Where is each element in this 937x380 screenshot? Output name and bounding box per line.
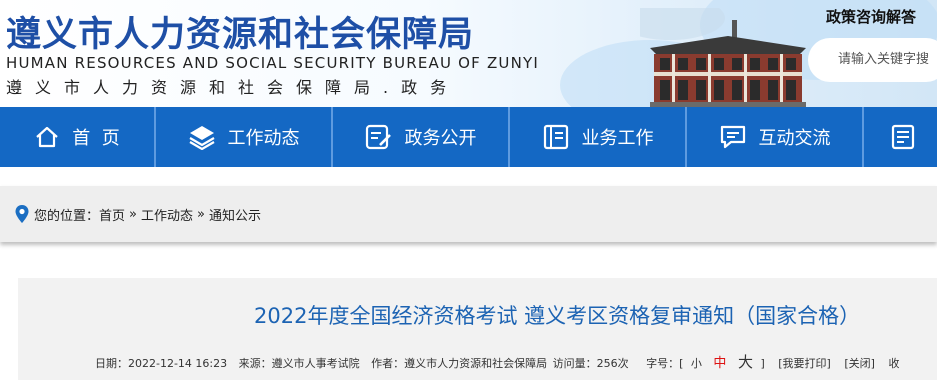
nav-item-more[interactable] bbox=[864, 107, 937, 167]
close-button[interactable]: [关闭] bbox=[844, 357, 875, 370]
nav-item-label: 业务工作 bbox=[581, 128, 654, 149]
font-size-small-button[interactable]: 小 bbox=[691, 357, 702, 370]
edit-document-icon bbox=[365, 124, 393, 150]
article-title: 2022年度全国经济资格考试 遵义考区资格复审通知（国家合格） bbox=[254, 304, 861, 328]
site-header: 遵义市人力资源和社会保障局 HUMAN RESOURCES AND SOCIAL… bbox=[0, 0, 937, 107]
nav-item-label: 工作动态 bbox=[227, 128, 300, 149]
book-icon bbox=[542, 124, 570, 150]
article-views: 访问量：256次 bbox=[552, 357, 629, 370]
nav-item-label: 首 页 bbox=[72, 128, 120, 149]
breadcrumb-notices-link[interactable]: 通知公示 bbox=[209, 205, 261, 224]
nav-item-government-affairs[interactable]: 政务公开 bbox=[333, 107, 510, 167]
article-date: 日期：2022-12-14 16:23 bbox=[95, 357, 228, 370]
nav-item-business-work[interactable]: 业务工作 bbox=[510, 107, 687, 167]
article-container: 2022年度全国经济资格考试 遵义考区资格复审通知（国家合格） 日期：2022-… bbox=[18, 278, 937, 380]
layers-icon bbox=[188, 124, 216, 150]
policy-consult-title[interactable]: 政策咨询解答 bbox=[826, 6, 916, 27]
breadcrumb-home-link[interactable]: 首页 bbox=[99, 205, 125, 224]
breadcrumb: 您的位置： 首页 » 工作动态 » 通知公示 bbox=[0, 186, 937, 242]
main-nav: 首 页 工作动态 政务公开 业务工作 互动交流 bbox=[0, 107, 937, 167]
nav-item-label: 互动交流 bbox=[758, 128, 831, 149]
nav-item-label: 政务公开 bbox=[404, 128, 477, 149]
site-subtitle-cn: 遵义市人力资源和社会保障局.政务 bbox=[6, 78, 460, 97]
nav-item-work-news[interactable]: 工作动态 bbox=[156, 107, 333, 167]
font-size-large-button[interactable]: 大 bbox=[738, 353, 753, 371]
site-subtitle-en: HUMAN RESOURCES AND SOCIAL SECURITY BURE… bbox=[6, 54, 540, 72]
breadcrumb-separator: » bbox=[129, 206, 137, 222]
chat-icon bbox=[719, 124, 747, 150]
breadcrumb-prefix: 您的位置： bbox=[34, 208, 100, 224]
breadcrumb-work-news-link[interactable]: 工作动态 bbox=[141, 205, 193, 224]
print-button[interactable]: [我要打印] bbox=[778, 357, 831, 370]
article-source: 来源：遵义市人事考试院 bbox=[238, 357, 360, 370]
nav-item-interaction[interactable]: 互动交流 bbox=[687, 107, 864, 167]
home-icon bbox=[34, 125, 60, 149]
list-document-icon bbox=[890, 124, 918, 150]
nav-item-home[interactable]: 首 页 bbox=[0, 107, 156, 167]
site-title: 遵义市人力资源和社会保障局 bbox=[6, 14, 475, 55]
font-size-medium-button[interactable]: 中 bbox=[713, 356, 726, 371]
location-pin-icon bbox=[14, 204, 30, 224]
font-size-label: 字号：[ bbox=[646, 357, 684, 370]
font-size-bracket: ] bbox=[760, 357, 765, 370]
favorite-button[interactable]: 收 bbox=[888, 357, 899, 370]
building-illustration bbox=[640, 8, 806, 107]
article-author: 作者：遵义市人力资源和社会保障局 bbox=[371, 357, 548, 370]
article-meta: 日期：2022-12-14 16:23 来源：遵义市人事考试院 作者：遵义市人力… bbox=[95, 351, 899, 372]
breadcrumb-separator: » bbox=[197, 206, 205, 222]
search-input[interactable] bbox=[808, 38, 937, 82]
